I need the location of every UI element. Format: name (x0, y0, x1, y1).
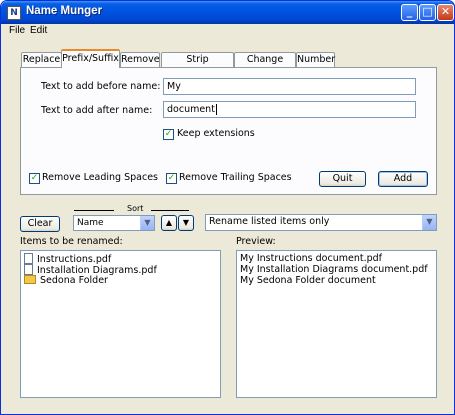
tab-replace[interactable]: Replace (21, 52, 62, 67)
chevron-down-icon: ▼ (140, 216, 154, 230)
tab-number[interactable]: Number (296, 52, 335, 67)
preview-item: My Sedona Folder document (240, 275, 376, 286)
window-title: Name Munger (26, 5, 103, 17)
menu-bar: File Edit (2, 24, 454, 40)
tab-strip-characters[interactable]: Strip Characters (161, 52, 234, 78)
sort-select[interactable]: Name ▼ (73, 215, 155, 231)
chevron-down-icon: ▼ (422, 215, 436, 230)
after-name-input[interactable]: document (163, 101, 416, 118)
preview-list[interactable]: My Instructions document.pdf My Installa… (236, 250, 437, 398)
app-window: N Name Munger _ □ ✕ File Edit Replace Pr… (0, 0, 455, 415)
remove-leading-spaces-label: Remove Leading Spaces (42, 172, 159, 183)
pdf-file-icon (24, 253, 33, 264)
before-name-label: Text to add before name: (41, 81, 161, 92)
menu-edit[interactable]: Edit (30, 25, 47, 36)
items-to-rename-list[interactable]: Instructions.pdf Installation Diagrams.p… (20, 250, 221, 398)
sort-ascending-button[interactable]: ▲ (161, 215, 177, 231)
remove-leading-spaces-checkbox[interactable]: ✓ (29, 173, 40, 184)
maximize-button[interactable]: □ (419, 4, 436, 21)
remove-trailing-spaces-checkbox[interactable]: ✓ (166, 173, 177, 184)
clear-button[interactable]: Clear (20, 216, 60, 232)
tab-prefix-suffix[interactable]: Prefix/Suffix (61, 49, 120, 68)
keep-extensions-label: Keep extensions (177, 128, 255, 139)
before-name-input[interactable]: My (163, 78, 416, 95)
rename-mode-value: Rename listed items only (209, 216, 330, 227)
tab-change-case[interactable]: Change Case (234, 52, 296, 78)
item-name: Sedona Folder (40, 275, 108, 286)
items-to-rename-label: Items to be renamed: (20, 236, 123, 247)
close-button[interactable]: ✕ (437, 4, 454, 21)
text-cursor (215, 104, 217, 115)
sort-label: Sort (127, 204, 144, 213)
preview-item: My Instructions document.pdf (240, 253, 383, 264)
pdf-file-icon (24, 264, 33, 275)
minimize-button[interactable]: _ (401, 4, 418, 21)
folder-icon (24, 275, 36, 284)
sort-divider-left (74, 210, 114, 211)
tab-remove[interactable]: Remove (120, 52, 160, 67)
remove-trailing-spaces-label: Remove Trailing Spaces (179, 172, 292, 183)
add-button[interactable]: Add (378, 171, 428, 187)
sort-selected-value: Name (77, 218, 104, 228)
preview-item: My Installation Diagrams document.pdf (240, 264, 428, 275)
menu-file[interactable]: File (9, 25, 25, 36)
sort-divider-right (151, 210, 189, 211)
keep-extensions-checkbox[interactable]: ✓ (163, 129, 174, 140)
sort-descending-button[interactable]: ▼ (178, 215, 194, 231)
prefix-suffix-panel: Text to add before name: My Text to add … (20, 67, 437, 195)
quit-button[interactable]: Quit (319, 171, 366, 187)
preview-label: Preview: (236, 236, 276, 247)
after-name-value: document (167, 104, 215, 115)
title-bar[interactable]: N Name Munger _ □ ✕ (1, 1, 454, 24)
list-item[interactable]: Sedona Folder (24, 275, 108, 286)
after-name-label: Text to add after name: (41, 105, 153, 116)
app-icon: N (7, 6, 21, 20)
rename-mode-select[interactable]: Rename listed items only ▼ (205, 214, 437, 231)
